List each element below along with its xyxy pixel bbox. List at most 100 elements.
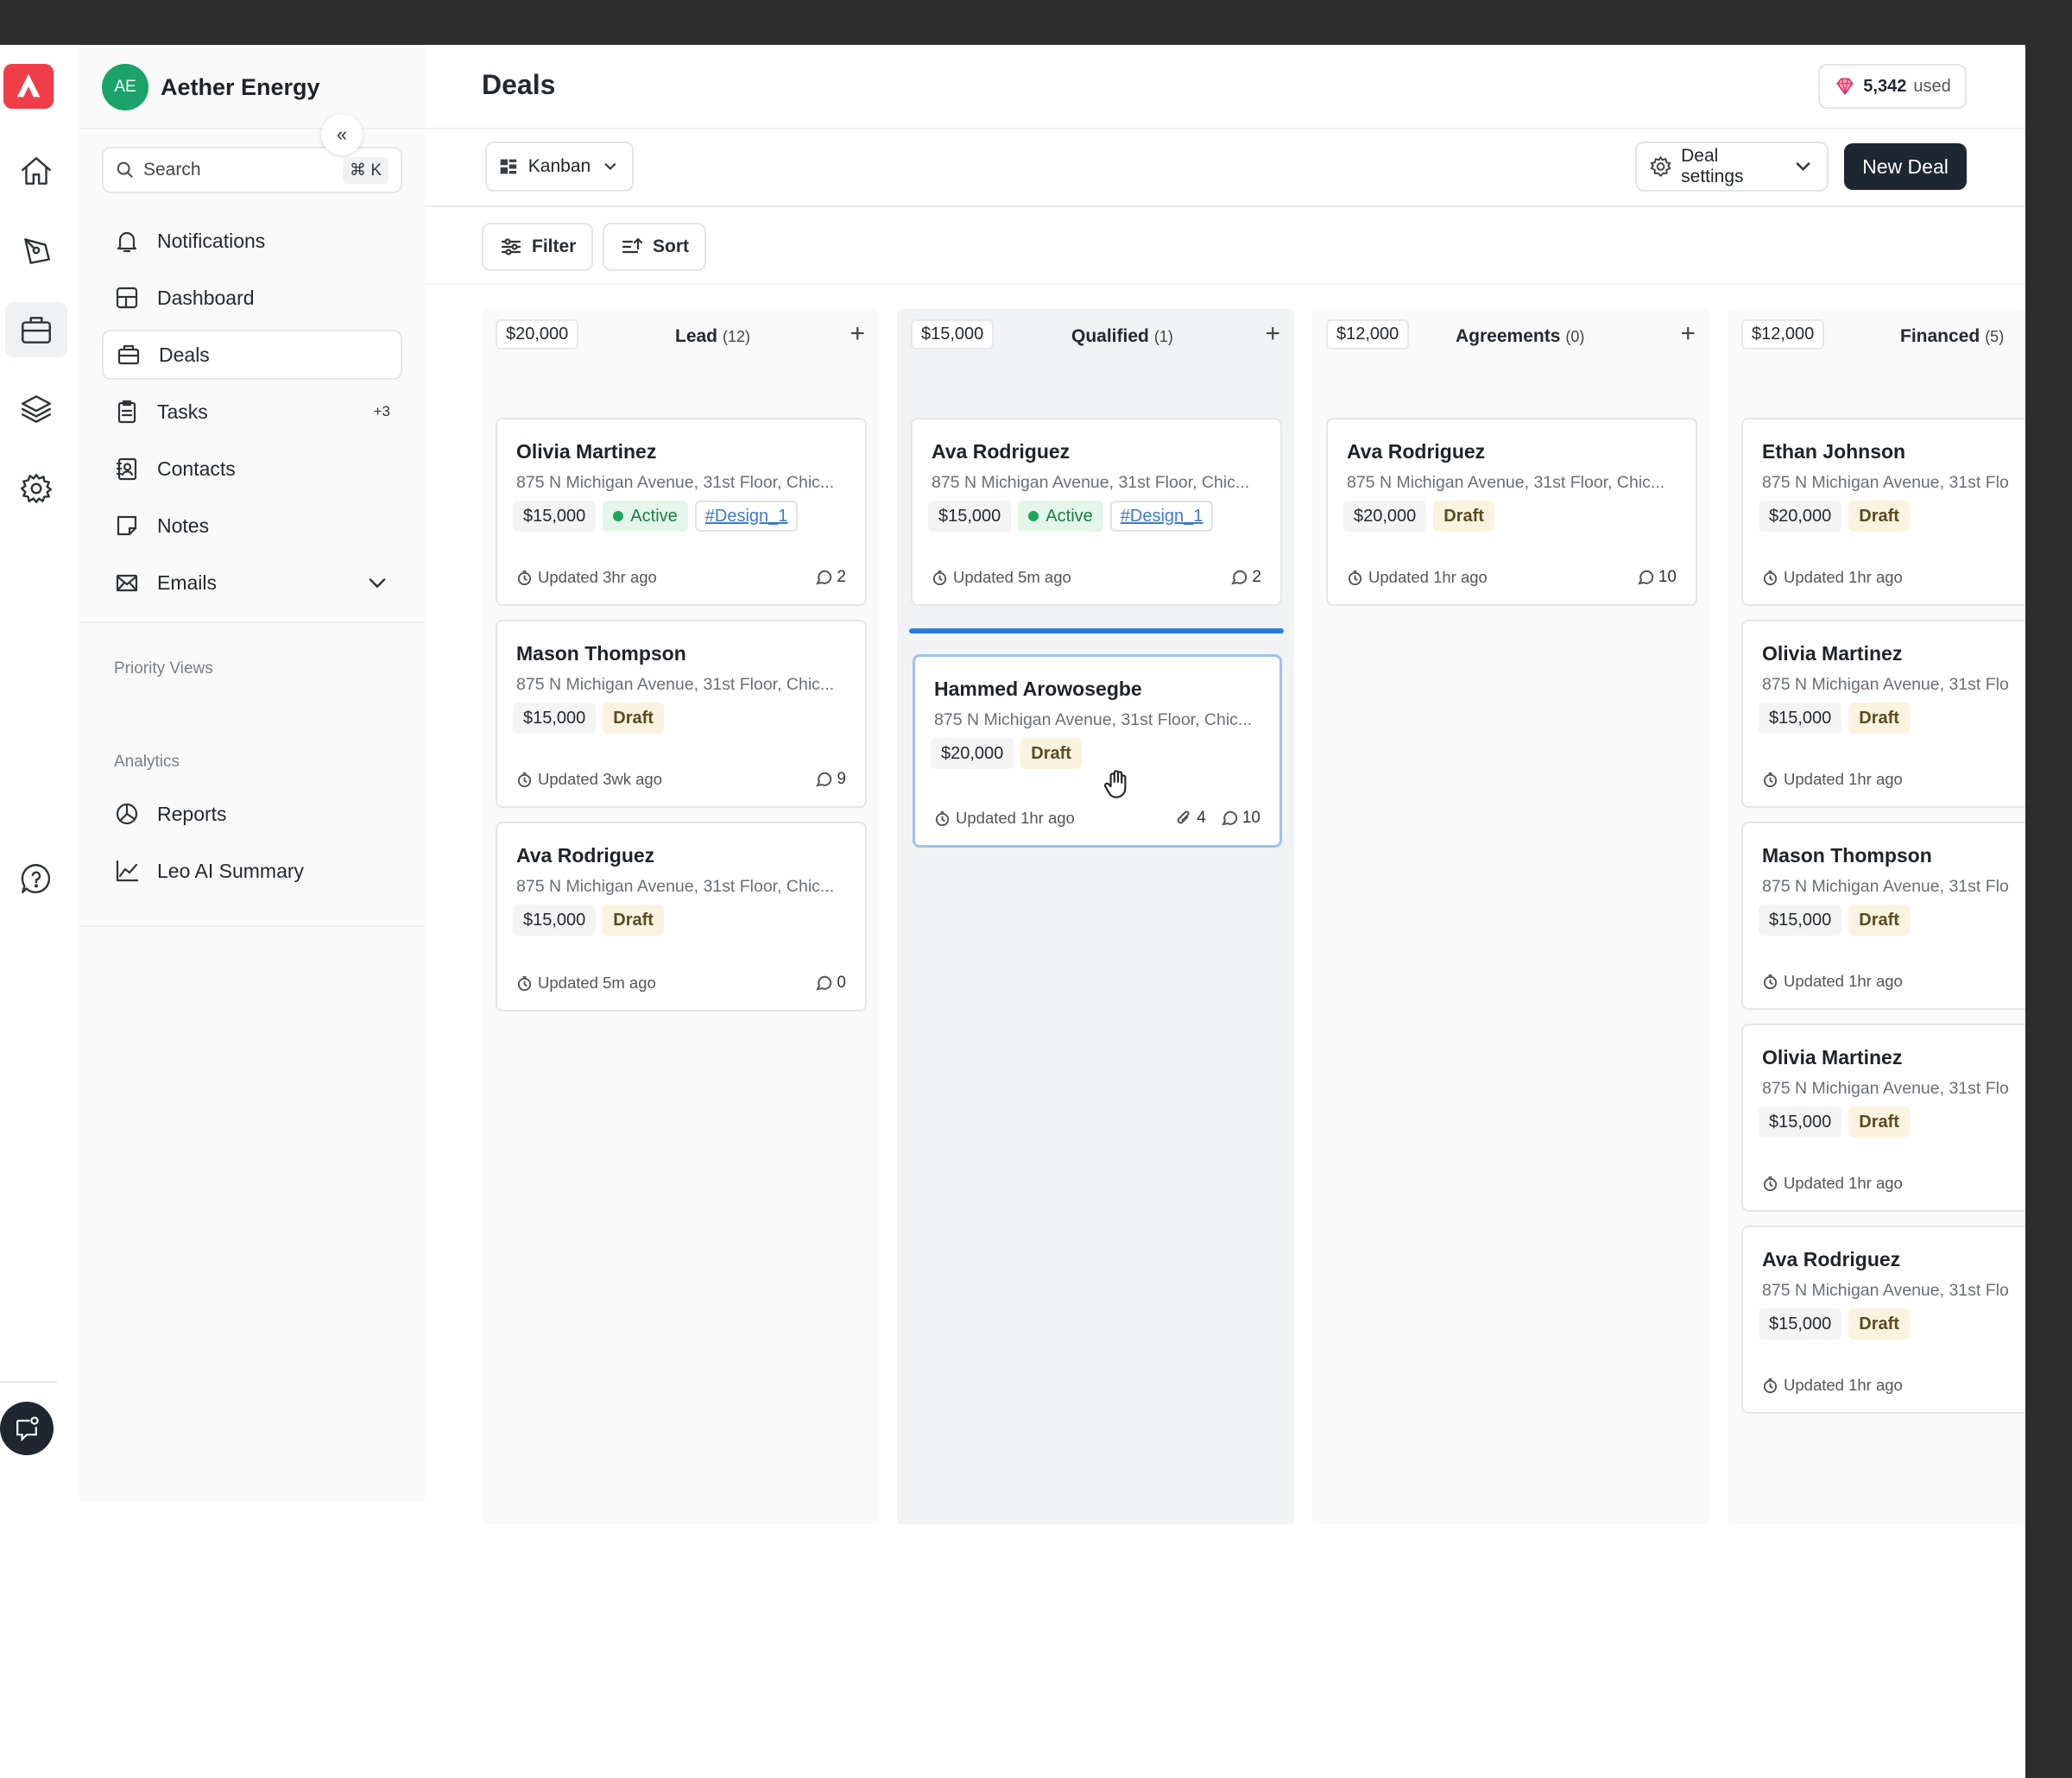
settings-nav-button[interactable] <box>5 461 67 516</box>
deal-card[interactable]: Ava Rodriguez 875 N Michigan Avenue, 31s… <box>1741 1226 2025 1414</box>
contact-book-icon <box>116 457 137 481</box>
sidebar-item-notifications[interactable]: Notifications <box>102 216 402 266</box>
deal-settings-button[interactable]: Deal settings <box>1635 142 1829 192</box>
deal-card[interactable]: Ava Rodriguez 875 N Michigan Avenue, 31s… <box>496 822 867 1012</box>
filter-button[interactable]: Filter <box>482 223 594 271</box>
logo-icon <box>16 73 41 98</box>
sidebar-item-contacts[interactable]: Contacts <box>102 444 402 494</box>
sidebar-item-leo-ai-summary[interactable]: Leo AI Summary <box>102 846 402 896</box>
deal-amount: $20,000 <box>1343 501 1427 532</box>
sidebar-item-notes[interactable]: Notes <box>102 501 402 551</box>
support-chat-button[interactable] <box>0 1402 54 1455</box>
sort-button[interactable]: Sort <box>603 223 706 271</box>
clock-icon <box>1763 772 1778 787</box>
updated-time-text: Updated 3wk ago <box>538 770 662 788</box>
deal-card[interactable]: Hammed Arowosegbe 875 N Michigan Avenue,… <box>913 654 1282 848</box>
deal-card[interactable]: Ava Rodriguez 875 N Michigan Avenue, 31s… <box>1326 418 1697 606</box>
usage-badge[interactable]: 5,342 used <box>1818 64 1967 109</box>
design-tag-link[interactable]: #Design_1 <box>694 501 799 532</box>
status-badge: Active <box>1018 501 1103 532</box>
chevron-down-icon[interactable] <box>364 570 390 596</box>
deal-address: 875 N Michigan Avenue, 31st Floor, Chic.… <box>934 710 1253 729</box>
sidebar-item-tasks[interactable]: Tasks +3 <box>102 387 402 437</box>
sidebar-item-dashboard[interactable]: Dashboard <box>102 273 402 323</box>
pen-tool-icon <box>24 238 50 264</box>
app-logo[interactable] <box>3 64 54 109</box>
updated-time-text: Updated 1hr ago <box>1784 972 1903 990</box>
design-tag-link[interactable]: #Design_1 <box>1109 501 1214 532</box>
add-card-button[interactable]: + <box>1265 321 1280 347</box>
deal-contact-name: Ava Rodriguez <box>1347 440 1486 463</box>
help-nav-button[interactable] <box>5 851 67 906</box>
deal-amount: $15,000 <box>1759 703 1842 734</box>
sidebar-item-emails[interactable]: Emails <box>102 558 402 608</box>
updated-time: Updated 1hr ago <box>1762 568 2025 587</box>
pen-nav-button[interactable] <box>5 223 67 278</box>
briefcase-icon <box>22 317 51 344</box>
deal-address: 875 N Michigan Avenue, 31st Floor, Chic.… <box>1347 473 1665 492</box>
icon-rail <box>0 45 73 1504</box>
kanban-column-agreements[interactable]: $12,000 Agreements (0) + Ava Rodriguez 87… <box>1312 309 1709 1524</box>
dashboard-icon <box>116 287 138 309</box>
comment-count-value: 0 <box>837 974 846 992</box>
deal-contact-name: Ava Rodriguez <box>516 844 655 867</box>
add-card-button[interactable]: + <box>850 321 865 347</box>
sidebar-item-reports[interactable]: Reports <box>102 789 402 839</box>
deal-card[interactable]: Mason Thompson 875 N Michigan Avenue, 31… <box>496 620 867 808</box>
deal-address: 875 N Michigan Avenue, 31st Floor, Chic.… <box>516 675 835 694</box>
clock-icon <box>517 570 532 585</box>
deal-contact-name: Olivia Martinez <box>1762 1046 1903 1069</box>
deals-nav-button[interactable] <box>5 302 67 357</box>
home-nav-button[interactable] <box>5 143 67 199</box>
comment-icon <box>816 772 832 787</box>
deal-card[interactable]: Ethan Johnson 875 N Michigan Avenue, 31s… <box>1741 418 2025 606</box>
comment-count-value: 10 <box>1241 809 1260 827</box>
status-badge: Draft <box>1848 905 1910 936</box>
view-switcher-dropdown[interactable]: Kanban <box>485 142 634 192</box>
workspace-avatar: AE <box>102 64 148 110</box>
mail-icon <box>116 574 138 592</box>
deal-card[interactable]: Olivia Martinez 875 N Michigan Avenue, 3… <box>496 418 867 606</box>
kanban-column-financed[interactable]: $12,000 Financed (5) Ethan Johnson 875 N … <box>1728 309 2025 1524</box>
clock-icon <box>932 570 947 585</box>
gear-icon <box>20 474 53 503</box>
usage-label: used <box>1913 76 1951 96</box>
rail-divider <box>0 1381 57 1383</box>
comment-count: 2 <box>814 568 846 587</box>
updated-time-text: Updated 1hr ago <box>1368 568 1488 586</box>
status-label: Active <box>1045 506 1093 526</box>
search-shortcut: ⌘ K <box>343 156 388 184</box>
sidebar-divider <box>79 128 425 129</box>
updated-time: Updated 1hr ago <box>1762 972 2025 991</box>
comment-count-value: 2 <box>837 568 846 586</box>
kanban-column-qualified[interactable]: $15,000 Qualified (1) + Ava Rodriguez 875… <box>897 309 1294 1524</box>
deal-card[interactable]: Olivia Martinez 875 N Michigan Avenue, 3… <box>1741 620 2025 808</box>
deal-card[interactable]: Olivia Martinez 875 N Michigan Avenue, 3… <box>1741 1024 2025 1212</box>
layers-nav-button[interactable] <box>5 381 67 437</box>
workspace-name: Aether Energy <box>161 73 320 100</box>
deal-contact-name: Ava Rodriguez <box>1762 1248 1901 1270</box>
sidebar-item-deals[interactable]: Deals <box>102 330 402 380</box>
deal-tags: $15,000 Draft <box>513 905 664 936</box>
clock-icon <box>1763 1378 1778 1393</box>
search-input[interactable]: Search ⌘ K <box>102 147 402 193</box>
collapse-sidebar-button[interactable]: « <box>321 114 363 155</box>
deal-contact-name: Olivia Martinez <box>1762 642 1903 665</box>
column-count: (1) <box>1153 328 1173 345</box>
deal-settings-label: Deal settings <box>1681 146 1744 186</box>
column-title: Financed (5) <box>1900 326 2004 347</box>
kanban-column-lead[interactable]: $20,000 Lead (12) + Olivia Martinez 875 N… <box>482 309 879 1524</box>
comment-count: 2 <box>1229 568 1261 587</box>
workspace-switcher[interactable]: AE Aether Energy <box>102 64 320 110</box>
column-title-text: Lead <box>675 326 718 346</box>
updated-time-text: Updated 1hr ago <box>1784 1174 1903 1192</box>
comment-count: 0 <box>814 974 846 993</box>
view-switcher-label: Kanban <box>527 156 591 176</box>
deal-card[interactable]: Ava Rodriguez 875 N Michigan Avenue, 31s… <box>911 418 1282 606</box>
deal-card[interactable]: Mason Thompson 875 N Michigan Avenue, 31… <box>1741 822 2025 1010</box>
new-deal-button[interactable]: New Deal <box>1844 143 1967 190</box>
double-chevron-left-icon: « <box>336 123 348 145</box>
paperclip-icon <box>1178 810 1190 824</box>
column-title: Lead (12) <box>675 326 750 347</box>
add-card-button[interactable]: + <box>1680 321 1696 347</box>
